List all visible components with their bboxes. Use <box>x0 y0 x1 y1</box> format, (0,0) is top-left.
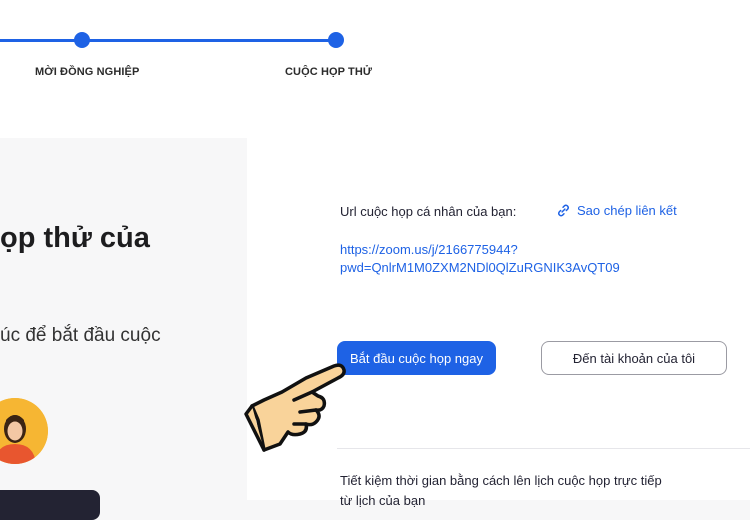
schedule-tip-line-2: từ lịch của bạn <box>340 493 426 508</box>
go-to-account-button[interactable]: Đến tài khoản của tôi <box>541 341 727 375</box>
url-label: Url cuộc họp cá nhân của bạn: <box>340 204 517 219</box>
meeting-url-line-1: https://zoom.us/j/2166775944? <box>340 242 518 257</box>
left-action-button[interactable] <box>0 490 100 520</box>
meeting-url-line-2: pwd=QnlrM1M0ZXM2NDl0QlZuRGNIK3AvQT09 <box>340 260 620 275</box>
copy-link-label: Sao chép liên kết <box>577 203 677 218</box>
page-title: ọp thử của <box>0 222 150 254</box>
pointing-hand-icon <box>242 356 352 461</box>
page-subtitle: úc để bắt đầu cuộc <box>0 325 161 346</box>
step-dot-invite <box>74 32 90 48</box>
meeting-url-link[interactable]: https://zoom.us/j/2166775944? pwd=QnlrM1… <box>340 241 620 277</box>
step-dot-test-meeting <box>328 32 344 48</box>
progress-track-middle <box>82 39 336 42</box>
link-icon <box>558 204 569 217</box>
progress-track-start <box>0 39 82 42</box>
section-divider <box>337 448 750 449</box>
schedule-tip-line-1: Tiết kiệm thời gian bằng cách lên lịch c… <box>340 473 662 488</box>
progress-header: MỜI ĐỒNG NGHIỆP CUỘC HỌP THỬ <box>0 0 750 138</box>
step-label-test-meeting: CUỘC HỌP THỬ <box>285 66 373 78</box>
start-meeting-button[interactable]: Bắt đầu cuộc họp ngay <box>337 341 496 375</box>
step-label-invite: MỜI ĐỒNG NGHIỆP <box>35 66 140 78</box>
copy-link-button[interactable]: Sao chép liên kết <box>556 203 677 218</box>
